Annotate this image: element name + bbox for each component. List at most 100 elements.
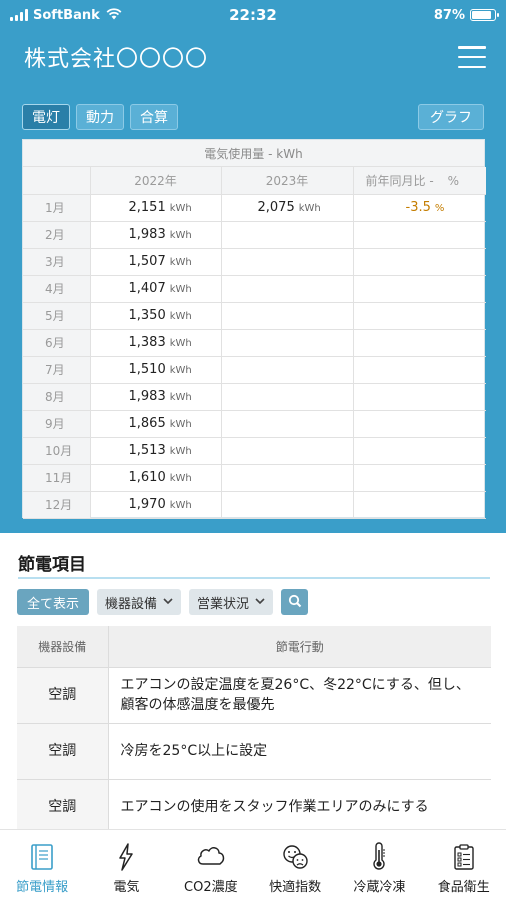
cellular-signal-icon bbox=[10, 9, 28, 21]
kwh-unit: kWh bbox=[169, 419, 192, 430]
kwh-unit: kWh bbox=[169, 446, 192, 457]
usage-2022-value: 1,610 bbox=[128, 470, 166, 485]
header-area: SoftBank 22:32 87% 株式会社〇〇〇〇 電灯 動力 合算 グラフ… bbox=[0, 0, 506, 533]
thermometer-icon bbox=[362, 840, 396, 874]
table-row[interactable]: 空調 エアコンの使用をスタッフ作業エリアのみにする bbox=[17, 779, 491, 836]
usage-2022-cell: 1,383 kWh bbox=[90, 329, 222, 357]
year-2022-header: 2022年 bbox=[90, 167, 222, 195]
kwh-unit: kWh bbox=[169, 257, 192, 268]
tab-total[interactable]: 合算 bbox=[130, 104, 178, 130]
nav-saving-info-label: 節電情報 bbox=[16, 880, 69, 895]
equipment-cell: 空調 bbox=[17, 723, 109, 780]
table-row[interactable]: 空調 エアコンの設定温度を夏26°C、冬22°Cにする、但し、顧客の体感温度を最優… bbox=[17, 667, 491, 724]
year-2023-header: 2023年 bbox=[221, 167, 354, 195]
section-divider bbox=[18, 577, 490, 579]
search-icon bbox=[288, 593, 302, 612]
month-cell: 5月 bbox=[23, 302, 91, 330]
usage-2023-cell bbox=[221, 329, 354, 357]
usage-header-row: 2022年 2023年 前年同月比 -% bbox=[23, 167, 486, 195]
usage-2023-cell bbox=[221, 491, 354, 519]
app-bar: 株式会社〇〇〇〇 bbox=[0, 30, 506, 84]
usage-2023-cell bbox=[221, 356, 354, 384]
actions-header-row: 機器設備 節電行動 bbox=[17, 626, 491, 668]
month-cell: 4月 bbox=[23, 275, 91, 303]
action-cell: エアコンの設定温度を夏26°C、冬22°Cにする、但し、顧客の体感温度を最優先 bbox=[108, 667, 491, 724]
wifi-icon bbox=[106, 7, 122, 23]
usage-2023-cell bbox=[221, 437, 354, 465]
yoy-ratio-cell bbox=[353, 410, 486, 438]
yoy-ratio-cell: -3.5% bbox=[353, 194, 486, 222]
percent-unit: % bbox=[434, 203, 445, 214]
usage-2023-cell: 2,075 kWh bbox=[221, 194, 354, 222]
usage-2022-value: 1,510 bbox=[128, 362, 166, 377]
action-cell: 冷房を25°C以上に設定 bbox=[108, 723, 491, 780]
usage-2022-value: 1,983 bbox=[128, 389, 166, 404]
equipment-filter-label: 機器設備 bbox=[105, 596, 158, 612]
status-filter-dropdown[interactable]: 営業状況 bbox=[189, 589, 274, 615]
cloud-icon bbox=[194, 840, 228, 874]
graph-button[interactable]: グラフ bbox=[418, 104, 484, 130]
usage-row: 5月 1,350 kWh bbox=[23, 302, 486, 330]
action-cell: エアコンの使用をスタッフ作業エリアのみにする bbox=[108, 779, 491, 836]
battery-percent: 87% bbox=[433, 7, 465, 23]
yoy-ratio-cell bbox=[353, 464, 486, 492]
nav-saving-info[interactable]: 節電情報 bbox=[0, 830, 84, 900]
yoy-ratio-cell bbox=[353, 383, 486, 411]
usage-2022-cell: 1,513 kWh bbox=[90, 437, 222, 465]
month-cell: 7月 bbox=[23, 356, 91, 384]
company-title: 株式会社〇〇〇〇 bbox=[24, 47, 209, 72]
equipment-cell: 空調 bbox=[17, 779, 109, 836]
nav-co2[interactable]: CO2濃度 bbox=[169, 830, 253, 900]
month-cell: 10月 bbox=[23, 437, 91, 465]
tab-lighting[interactable]: 電灯 bbox=[22, 104, 70, 130]
usage-row: 10月 1,513 kWh bbox=[23, 437, 486, 465]
action-column-header: 節電行動 bbox=[108, 626, 491, 668]
nav-fridge-freezer[interactable]: 冷蔵冷凍 bbox=[337, 830, 421, 900]
usage-2022-value: 1,350 bbox=[128, 308, 166, 323]
yoy-ratio-cell bbox=[353, 275, 486, 303]
tab-power[interactable]: 動力 bbox=[76, 104, 124, 130]
usage-2022-cell: 1,610 kWh bbox=[90, 464, 222, 492]
hamburger-menu-icon[interactable] bbox=[458, 46, 486, 68]
battery-icon bbox=[470, 9, 499, 21]
usage-row: 4月 1,407 kWh bbox=[23, 275, 486, 303]
kwh-unit: kWh bbox=[169, 311, 192, 322]
month-cell: 3月 bbox=[23, 248, 91, 276]
yoy-ratio-cell bbox=[353, 248, 486, 276]
usage-row: 7月 1,510 kWh bbox=[23, 356, 486, 384]
search-button[interactable] bbox=[281, 589, 309, 615]
kwh-unit: kWh bbox=[169, 392, 192, 403]
kwh-unit: kWh bbox=[169, 338, 192, 349]
yoy-ratio-cell bbox=[353, 356, 486, 384]
nav-food-hygiene[interactable]: 食品衛生 bbox=[422, 830, 506, 900]
usage-2022-cell: 1,983 kWh bbox=[90, 383, 222, 411]
usage-2022-cell: 1,510 kWh bbox=[90, 356, 222, 384]
nav-electricity-label: 電気 bbox=[113, 880, 140, 895]
table-row[interactable]: 空調 冷房を25°C以上に設定 bbox=[17, 723, 491, 780]
nav-electricity[interactable]: 電気 bbox=[84, 830, 168, 900]
kwh-unit: kWh bbox=[169, 284, 192, 295]
usage-2022-cell: 1,407 kWh bbox=[90, 275, 222, 303]
carrier-name: SoftBank bbox=[33, 7, 100, 23]
usage-2022-value: 1,983 bbox=[128, 227, 166, 242]
chevron-down-icon bbox=[163, 597, 173, 608]
usage-2023-cell bbox=[221, 275, 354, 303]
nav-comfort-label: 快適指数 bbox=[269, 880, 322, 895]
nav-fridge-freezer-label: 冷蔵冷凍 bbox=[353, 880, 406, 895]
month-header bbox=[23, 167, 91, 195]
usage-row: 9月 1,865 kWh bbox=[23, 410, 486, 438]
equipment-filter-dropdown[interactable]: 機器設備 bbox=[97, 589, 182, 615]
usage-2023-cell bbox=[221, 410, 354, 438]
nav-comfort[interactable]: 快適指数 bbox=[253, 830, 337, 900]
usage-2022-cell: 1,983 kWh bbox=[90, 221, 222, 249]
kwh-unit: kWh bbox=[169, 365, 192, 376]
month-cell: 12月 bbox=[23, 491, 91, 519]
savings-filters: 全て表示 機器設備 営業状況 bbox=[17, 589, 309, 615]
show-all-button[interactable]: 全て表示 bbox=[17, 589, 90, 615]
usage-2023-cell bbox=[221, 464, 354, 492]
usage-2022-cell: 1,970 kWh bbox=[90, 491, 222, 519]
face-icon bbox=[278, 840, 312, 874]
usage-row: 11月 1,610 kWh bbox=[23, 464, 486, 492]
usage-2022-value: 1,407 bbox=[128, 281, 166, 296]
usage-table-caption: 電気使用量 - kWh bbox=[23, 140, 484, 167]
